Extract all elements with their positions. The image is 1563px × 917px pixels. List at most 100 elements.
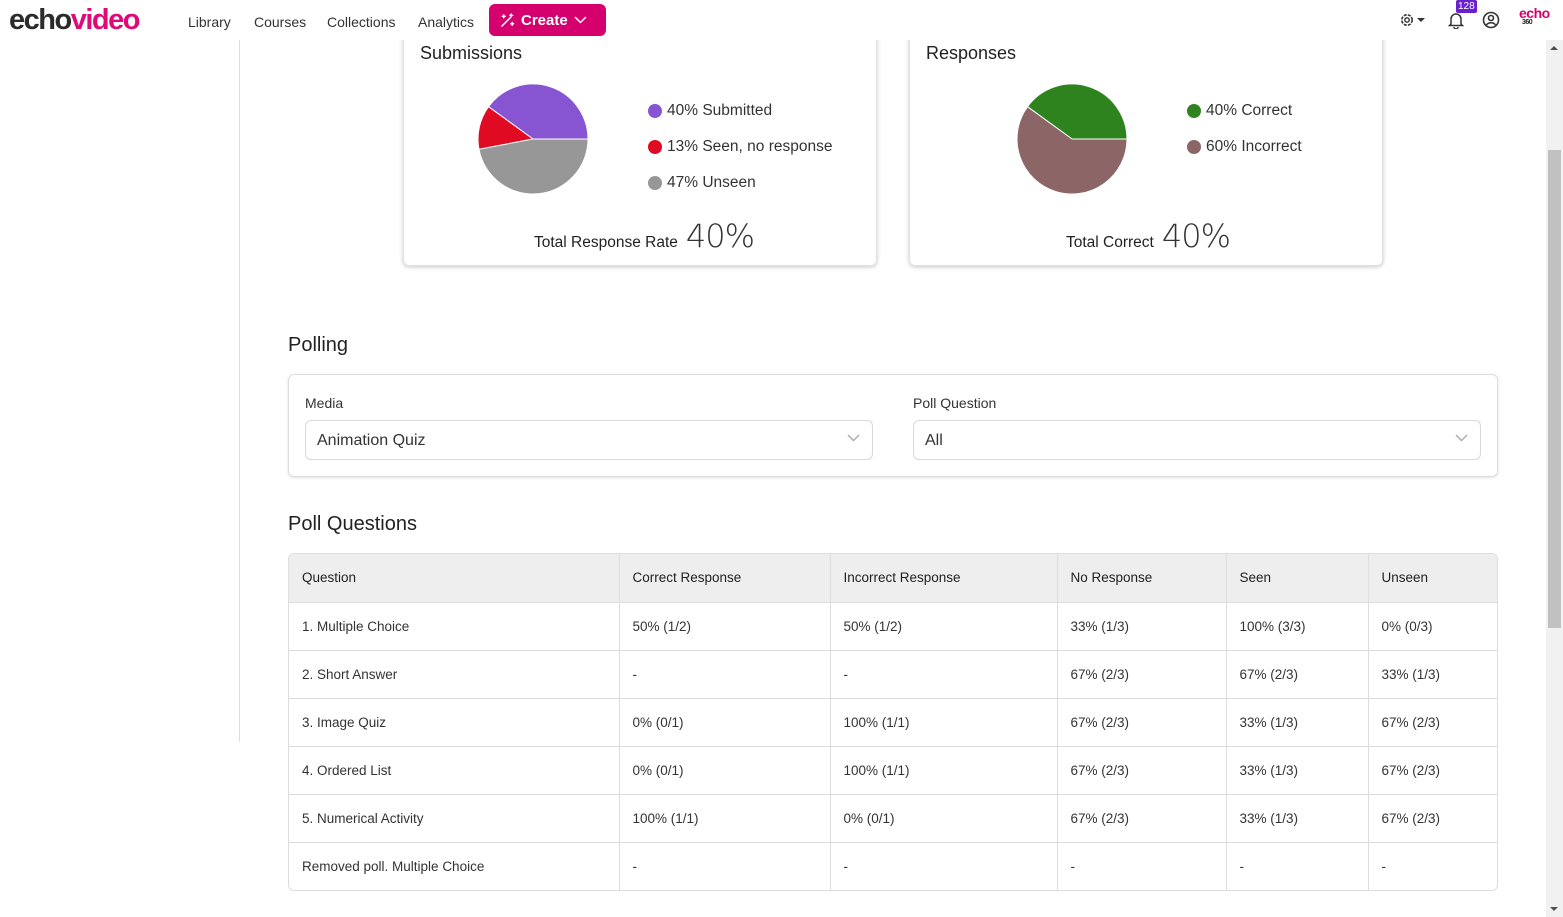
column-header-no-response[interactable]: No Response	[1057, 554, 1227, 603]
column-header-correct[interactable]: Correct Response	[619, 554, 831, 603]
poll-question-label: Poll Question	[913, 395, 997, 411]
table-header-row: Question Correct Response Incorrect Resp…	[289, 554, 1497, 603]
stat-cell: -	[1226, 842, 1369, 890]
legend-label: 13% Seen, no response	[667, 138, 833, 155]
echo360-logo[interactable]: echo 360	[1519, 6, 1550, 27]
top-nav: echovideo Library Courses Collections An…	[0, 0, 1563, 40]
table-row: Removed poll. Multiple Choice - - - - -	[289, 842, 1497, 890]
table-row: 4. Ordered List 0% (0/1) 100% (1/1) 67% (2/…	[289, 746, 1497, 795]
stat-cell: 0% (0/1)	[619, 746, 831, 795]
poll-question-select-value: All	[925, 432, 943, 449]
poll-questions-heading: Poll Questions	[288, 513, 417, 535]
table-row: 5. Numerical Activity 100% (1/1) 0% (0/1) 6…	[289, 794, 1497, 843]
stat-cell: 67% (2/3)	[1057, 794, 1227, 843]
stat-cell: 67% (2/3)	[1057, 698, 1227, 747]
stat-cell: -	[830, 650, 1058, 699]
table-row: 3. Image Quiz 0% (0/1) 100% (1/1) 67% (2/3)…	[289, 698, 1497, 747]
media-select[interactable]: Animation Quiz	[305, 420, 873, 460]
legend-dot-seen-no-response	[648, 140, 662, 154]
legend-item: 47% Unseen	[648, 165, 832, 201]
magic-wand-icon	[501, 12, 515, 27]
total-correct-label: Total Correct	[1066, 234, 1154, 251]
stat-cell: 67% (2/3)	[1368, 794, 1497, 843]
column-header-unseen[interactable]: Unseen	[1368, 554, 1497, 603]
submissions-legend: 40% Submitted 13% Seen, no response 47% …	[648, 93, 832, 201]
legend-item: 60% Incorrect	[1187, 129, 1302, 165]
notifications-button[interactable]	[1447, 11, 1465, 34]
total-response-rate: Total Response Rate 40%	[534, 217, 755, 255]
submissions-title: Submissions	[420, 43, 523, 63]
stat-cell: 100% (1/1)	[830, 698, 1058, 747]
bell-icon	[1447, 13, 1465, 30]
stat-cell: -	[830, 842, 1058, 890]
scroll-down-arrow-icon[interactable]	[1550, 907, 1558, 911]
legend-label: 60% Incorrect	[1206, 138, 1302, 155]
stat-cell: 33% (1/3)	[1226, 746, 1369, 795]
stat-cell: 33% (1/3)	[1226, 698, 1369, 747]
page-scrollbar[interactable]	[1546, 40, 1563, 917]
stat-cell: 100% (3/3)	[1226, 602, 1369, 651]
total-correct-value: 40%	[1161, 217, 1231, 255]
polling-heading: Polling	[288, 334, 349, 356]
stat-cell: 0% (0/3)	[1368, 602, 1497, 651]
poll-question-select[interactable]: All	[913, 420, 1481, 460]
nav-courses[interactable]: Courses	[254, 14, 306, 30]
stat-cell: 33% (1/3)	[1057, 602, 1227, 651]
responses-title: Responses	[926, 43, 1017, 63]
stat-cell: 50% (1/2)	[619, 602, 831, 651]
poll-questions-table: Question Correct Response Incorrect Resp…	[288, 553, 1498, 891]
column-header-question[interactable]: Question	[289, 554, 620, 603]
legend-label: 40% Submitted	[667, 102, 773, 119]
pie-slice-unseen[interactable]	[478, 138, 589, 195]
question-cell: 1. Multiple Choice	[289, 602, 620, 651]
total-response-rate-value: 40%	[685, 217, 755, 255]
stat-cell: 33% (1/3)	[1368, 650, 1497, 699]
legend-label: 40% Correct	[1206, 102, 1293, 119]
settings-menu[interactable]	[1399, 11, 1427, 34]
user-menu[interactable]	[1482, 11, 1500, 34]
legend-dot-incorrect	[1187, 140, 1201, 154]
stat-cell: 67% (2/3)	[1368, 698, 1497, 747]
legend-dot-correct	[1187, 104, 1201, 118]
create-button[interactable]: Create	[489, 4, 606, 36]
polling-filters: Media Animation Quiz Poll Question All	[288, 374, 1498, 477]
question-cell: 5. Numerical Activity	[289, 794, 620, 843]
echovideo-logo[interactable]: echovideo	[9, 4, 141, 36]
column-header-incorrect[interactable]: Incorrect Response	[830, 554, 1058, 603]
stat-cell: 0% (0/1)	[619, 698, 831, 747]
stat-cell: 67% (2/3)	[1226, 650, 1369, 699]
responses-pie-chart	[1016, 83, 1128, 195]
stat-cell: 33% (1/3)	[1226, 794, 1369, 843]
legend-item: 40% Correct	[1187, 93, 1302, 129]
question-cell: 4. Ordered List	[289, 746, 620, 795]
question-cell: 3. Image Quiz	[289, 698, 620, 747]
table-row: 1. Multiple Choice 50% (1/2) 50% (1/2) 33% …	[289, 602, 1497, 651]
nav-library[interactable]: Library	[188, 14, 231, 30]
stat-cell: 100% (1/1)	[830, 746, 1058, 795]
scroll-up-arrow-icon[interactable]	[1550, 46, 1558, 50]
stat-cell: 67% (2/3)	[1057, 650, 1227, 699]
nav-collections[interactable]: Collections	[327, 14, 395, 30]
user-circle-icon	[1482, 11, 1500, 29]
media-select-value: Animation Quiz	[317, 432, 426, 449]
question-cell: 2. Short Answer	[289, 650, 620, 699]
table-row: 2. Short Answer - -67% (2/3) 67% (2/3) 33% (…	[289, 650, 1497, 699]
logo-echo: echo	[9, 4, 72, 36]
scroll-thumb[interactable]	[1548, 150, 1561, 628]
chevron-down-icon	[574, 16, 587, 24]
create-label: Create	[521, 11, 568, 29]
stat-cell: 0% (0/1)	[830, 794, 1058, 843]
legend-dot-submitted	[648, 104, 662, 118]
logo-video: video	[70, 4, 141, 36]
question-cell: Removed poll. Multiple Choice	[289, 842, 620, 890]
stat-cell: -	[1057, 842, 1227, 890]
nav-analytics[interactable]: Analytics	[418, 14, 474, 30]
legend-item: 40% Submitted	[648, 93, 832, 129]
stat-cell: -	[619, 842, 831, 890]
column-header-seen[interactable]: Seen	[1226, 554, 1369, 603]
media-label: Media	[305, 395, 344, 411]
legend-label: 47% Unseen	[667, 174, 756, 191]
submissions-pie-chart	[477, 83, 589, 195]
legend-item: 13% Seen, no response	[648, 129, 832, 165]
legend-dot-unseen	[648, 176, 662, 190]
